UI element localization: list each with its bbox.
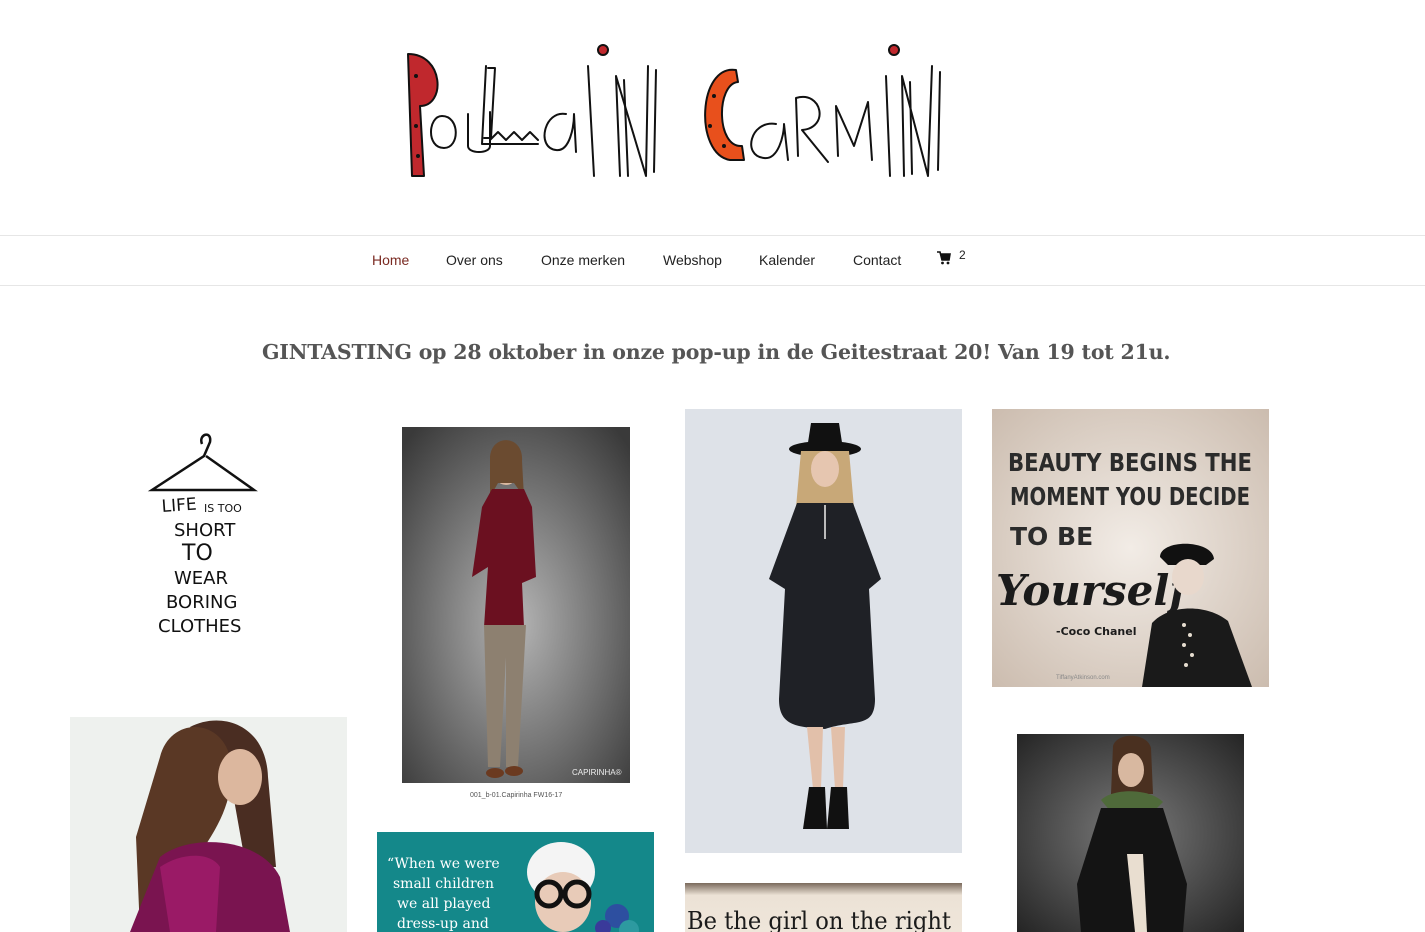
quote-line: Be the girl on the right — [687, 907, 951, 932]
cart-button[interactable]: 2 — [937, 248, 966, 270]
nav-item-onze-merken[interactable]: Onze merken — [541, 252, 625, 268]
site-logo[interactable] — [398, 36, 943, 188]
quote-line: MOMENT YOU DECIDE — [1010, 482, 1250, 511]
hanger-quote-line: SHORT — [174, 520, 236, 541]
gallery-image-fur-collar-model[interactable] — [1017, 734, 1244, 932]
hanger-quote-line: CLOTHES — [158, 616, 241, 637]
hanger-quote-line: IS TOO — [204, 502, 242, 515]
quote-line: “When we were — [387, 856, 500, 872]
gallery-image-chanel-quote[interactable]: BEAUTY BEGINS THE MOMENT YOU DECIDE TO B… — [992, 409, 1269, 687]
quote-author: -Coco Chanel — [1056, 625, 1137, 638]
gallery-image-magenta-model[interactable] — [70, 717, 347, 932]
hanger-quote-line: TO — [181, 541, 213, 566]
gallery-image-hanger-quote[interactable]: LIFE IS TOO SHORT TO WEAR BORING CLOTHES — [120, 420, 290, 650]
nav-item-home[interactable]: Home — [372, 252, 409, 268]
image-caption: 001_b-01.Capirinha FW16-17 — [470, 792, 563, 799]
gallery-image-capirinha-model[interactable]: CAPIRINHA® — [402, 427, 630, 783]
quote-line: BEAUTY BEGINS THE — [1008, 448, 1252, 477]
hanger-quote-line: WEAR — [174, 568, 228, 589]
nav-item-webshop[interactable]: Webshop — [663, 252, 722, 268]
nav-item-contact[interactable]: Contact — [853, 252, 901, 268]
cart-icon — [937, 251, 951, 269]
gallery-image-black-dress-model[interactable] — [685, 409, 962, 853]
announcement-heading: GINTASTING op 28 oktober in onze pop-up … — [262, 340, 1171, 364]
brand-label: CAPIRINHA® — [572, 768, 622, 777]
quote-line: we all played — [397, 896, 490, 912]
quote-line: small children — [393, 876, 494, 892]
image-credit: TiffanyAtkinson.com — [1056, 675, 1110, 681]
quote-script: Yourself — [996, 566, 1194, 615]
nav-item-kalender[interactable]: Kalender — [759, 252, 815, 268]
gallery-image-girl-on-right[interactable]: Be the girl on the right — [685, 883, 962, 932]
quote-line: TO BE — [1010, 522, 1093, 551]
nav-item-over-ons[interactable]: Over ons — [446, 252, 503, 268]
main-nav: Home Over ons Onze merken Webshop Kalend… — [0, 235, 1425, 286]
gallery-image-iris-quote[interactable]: “When we were small children we all play… — [377, 832, 654, 932]
hanger-quote-line: LIFE — [161, 495, 197, 517]
hanger-quote-line: BORING — [166, 592, 237, 613]
site-header — [0, 0, 1425, 235]
quote-line: dress-up and — [397, 916, 489, 932]
cart-count-badge: 2 — [959, 248, 966, 262]
